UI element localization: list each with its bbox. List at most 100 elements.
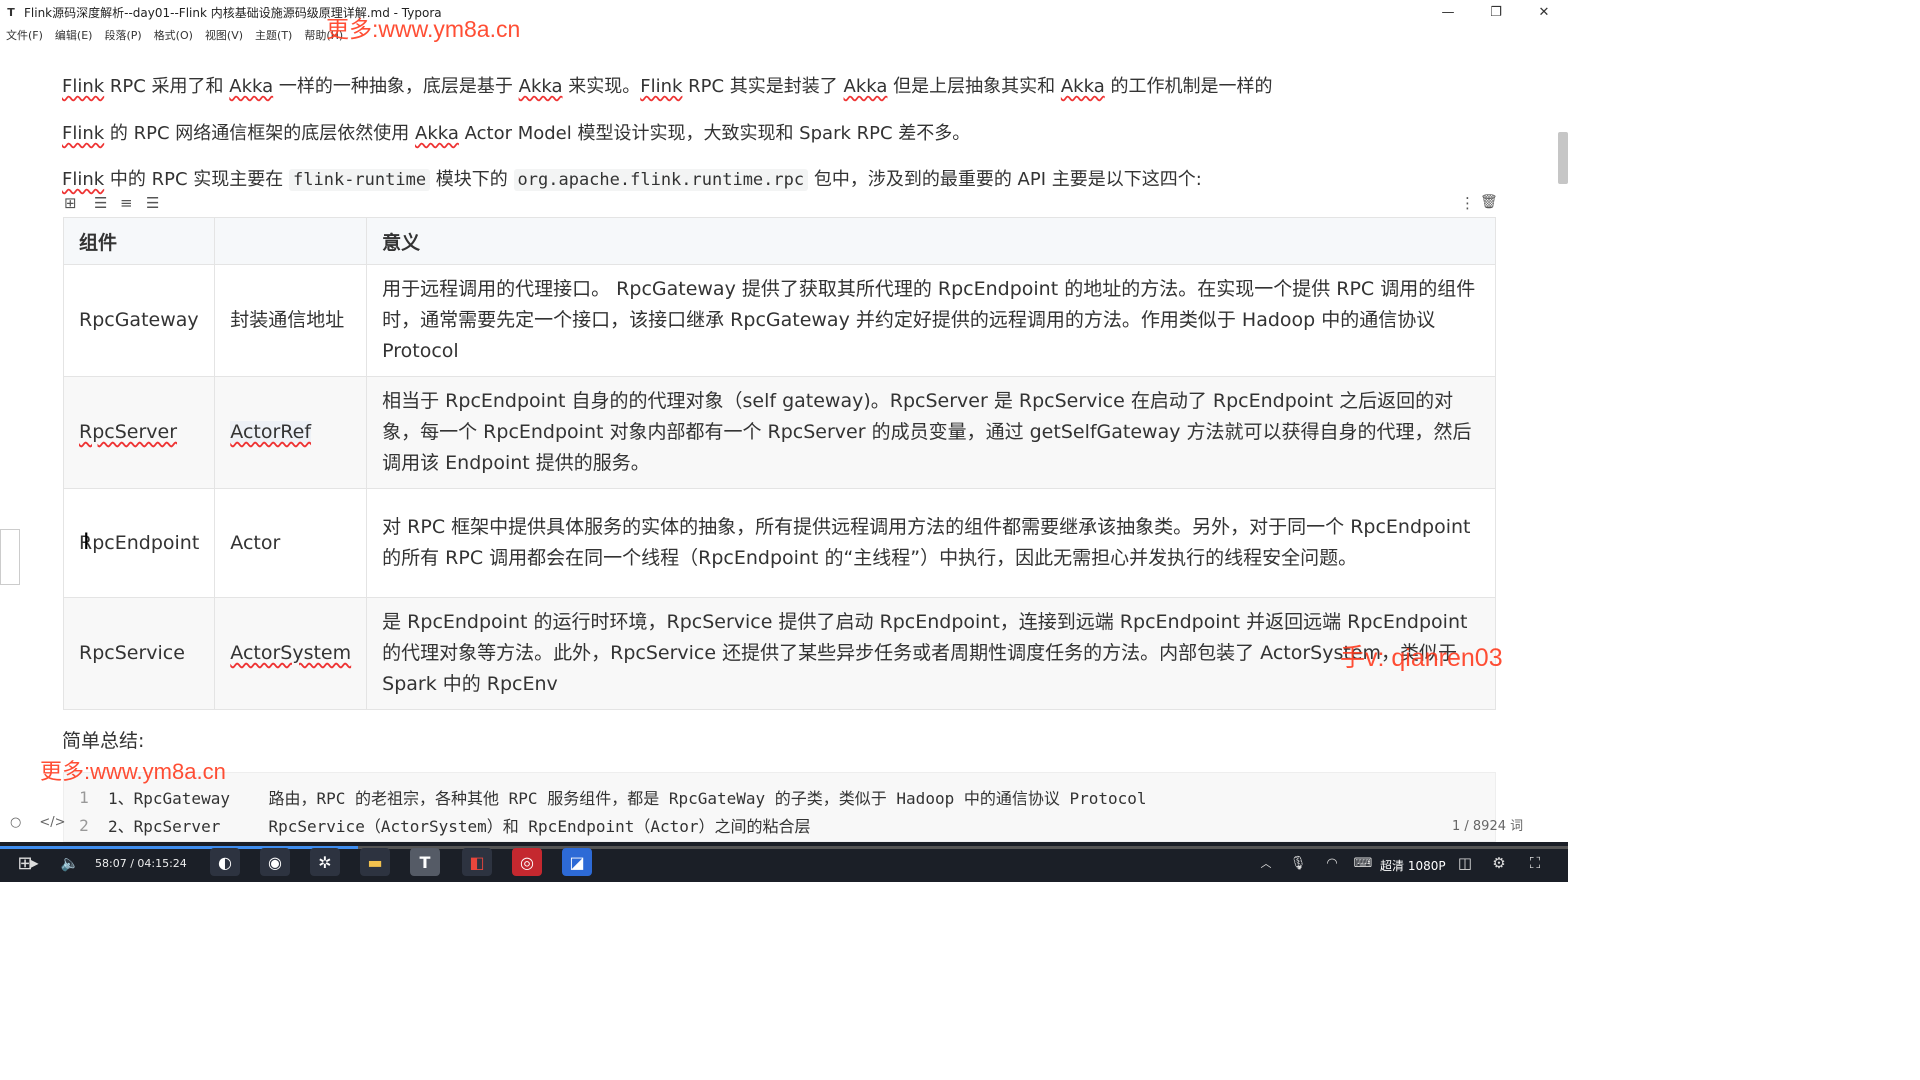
watermark-top: 更多:www.ym8a.cn bbox=[326, 16, 521, 42]
inline-code: flink-runtime bbox=[289, 169, 431, 191]
table-cell[interactable]: 封装通信地址 bbox=[214, 264, 368, 377]
summary-heading[interactable]: 简单总结: bbox=[62, 726, 144, 753]
word-akka: Akka bbox=[1060, 76, 1105, 97]
volume-icon[interactable]: 🔈 bbox=[60, 852, 80, 874]
word-flink: Flink bbox=[62, 169, 105, 190]
line-number: 2 bbox=[79, 815, 89, 835]
align-center-icon[interactable]: ≡ bbox=[120, 194, 133, 212]
title-bar: T Flink源码深度解析--day01--Flink 内核基础设施源码级原理详… bbox=[0, 0, 1568, 24]
table-header-cell[interactable] bbox=[214, 217, 368, 265]
taskbar-app-icon[interactable]: ◎ bbox=[512, 848, 542, 876]
table-toolbar: ⊞ ☰ ≡ ☰ ⋮ 🗑 bbox=[62, 194, 1498, 214]
word-akka: Akka bbox=[415, 123, 459, 144]
menu-edit[interactable]: 编辑(E) bbox=[49, 25, 99, 45]
code-line: 1 1、RpcGateway 路由，RPC 的老祖宗，各种其他 RPC 服务组件… bbox=[64, 783, 1147, 811]
table-cell[interactable]: ActorRef bbox=[214, 376, 368, 489]
network-icon[interactable]: ◠ bbox=[1324, 852, 1340, 874]
resolution-label[interactable]: 超清 1080P bbox=[1380, 857, 1446, 874]
word-akka: Akka bbox=[518, 76, 563, 97]
maximize-button[interactable]: ❐ bbox=[1472, 0, 1520, 24]
align-left-icon[interactable]: ☰ bbox=[94, 194, 107, 212]
word-flink: Flink bbox=[640, 76, 683, 97]
text-run: 包中，涉及到的最重要的 API 主要是以下这四个: bbox=[808, 169, 1202, 190]
watermark-left: 更多:www.ym8a.cn bbox=[40, 759, 226, 784]
table-header-cell[interactable]: 组件 bbox=[62, 217, 216, 265]
typora-app-icon: T bbox=[7, 5, 15, 19]
taskbar-app-icon[interactable]: ✲ bbox=[310, 848, 340, 876]
text-run: 的工作机制是一样的 bbox=[1104, 76, 1273, 97]
microphone-icon[interactable]: 🎙 bbox=[1290, 852, 1307, 874]
screenshot-icon[interactable]: ◫ bbox=[1456, 852, 1474, 874]
table-cell[interactable]: RpcServer bbox=[62, 376, 216, 489]
components-table: 组件 意义 RpcGateway 封装通信地址 用于远程调用的代理接口。 Rpc… bbox=[62, 217, 1496, 710]
word-akka: Akka bbox=[229, 76, 274, 97]
menu-view[interactable]: 视图(V) bbox=[199, 25, 249, 45]
taskbar-app-icon[interactable]: ◐ bbox=[210, 848, 240, 876]
minimap-thumbnail[interactable] bbox=[0, 529, 20, 585]
code-block[interactable]: 1 1、RpcGateway 路由，RPC 的老祖宗，各种其他 RPC 服务组件… bbox=[63, 772, 1496, 842]
watermark-right: 手v: qianren03 bbox=[1340, 644, 1503, 672]
text-run: 的 RPC 网络通信框架的底层依然使用 bbox=[104, 123, 416, 144]
outline-toggle-icon[interactable]: ○ bbox=[10, 815, 21, 830]
tray-chevron-icon[interactable]: ︿ bbox=[1258, 852, 1274, 874]
table-cell[interactable]: 是 RpcEndpoint 的运行时环境，RpcService 提供了启动 Rp… bbox=[366, 597, 1496, 710]
menu-format[interactable]: 格式(O) bbox=[148, 25, 199, 45]
table-cell[interactable]: Actor bbox=[214, 488, 368, 598]
align-right-icon[interactable]: ☰ bbox=[146, 194, 159, 212]
text-run: Actor Model 模型设计实现，大致实现和 Spark RPC 差不多。 bbox=[458, 123, 971, 144]
table-header-cell[interactable]: 意义 bbox=[366, 217, 1496, 265]
table-row: RpcGateway 封装通信地址 用于远程调用的代理接口。 RpcGatewa… bbox=[62, 264, 1496, 377]
keyboard-icon[interactable]: ⌨ bbox=[1354, 852, 1373, 874]
code-text: 1、RpcGateway 路由，RPC 的老祖宗，各种其他 RPC 服务组件，都… bbox=[108, 789, 1147, 808]
table-cell[interactable]: ActorSystem bbox=[214, 597, 368, 710]
table-cell[interactable]: 用于远程调用的代理接口。 RpcGateway 提供了获取其所代理的 RpcEn… bbox=[366, 264, 1496, 377]
inline-code: org.apache.flink.runtime.rpc bbox=[513, 169, 809, 191]
paragraph-3[interactable]: Flink 中的 RPC 实现主要在 flink-runtime 模块下的 or… bbox=[62, 165, 1202, 191]
folder-icon[interactable]: ▬ bbox=[360, 848, 390, 876]
taskbar-app-icon[interactable]: ◪ bbox=[562, 848, 592, 876]
table-cell[interactable]: RpcGateway bbox=[62, 264, 216, 377]
table-cell[interactable]: RpcService bbox=[62, 597, 216, 710]
word-count[interactable]: 1 / 8924 词 bbox=[1452, 815, 1523, 834]
chrome-icon[interactable]: ◉ bbox=[260, 848, 290, 876]
typora-taskbar-icon[interactable]: T bbox=[410, 848, 440, 876]
status-left: ○ </> bbox=[10, 815, 66, 830]
cell-text: ActorRef bbox=[230, 421, 312, 443]
cell-text: ActorSystem bbox=[230, 642, 352, 664]
table-cell[interactable]: 相当于 RpcEndpoint 自身的的代理对象（self gateway)。R… bbox=[366, 376, 1496, 489]
close-button[interactable]: ✕ bbox=[1520, 0, 1568, 24]
text-run: RPC 采用了和 bbox=[104, 76, 230, 97]
word-flink: Flink bbox=[62, 76, 105, 97]
table-row: RpcService ActorSystem 是 RpcEndpoint 的运行… bbox=[62, 597, 1496, 710]
delete-table-icon[interactable]: 🗑 bbox=[1480, 194, 1498, 210]
playback-time: 58:07 / 04:15:24 bbox=[95, 857, 187, 870]
settings-gear-icon[interactable]: ⚙ bbox=[1490, 852, 1508, 874]
play-icon[interactable]: ▶ bbox=[26, 852, 42, 874]
text-run: 但是上层抽象其实和 bbox=[887, 76, 1061, 97]
video-progress-fill bbox=[0, 846, 358, 849]
text-run: 来实现。 bbox=[562, 76, 641, 97]
more-options-icon[interactable]: ⋮ bbox=[1460, 194, 1475, 212]
paragraph-2[interactable]: Flink 的 RPC 网络通信框架的底层依然使用 Akka Actor Mod… bbox=[62, 119, 970, 145]
intellij-icon[interactable]: ◧ bbox=[462, 848, 492, 876]
code-line: 2 2、RpcServer RpcService（ActorSystem）和 R… bbox=[64, 811, 811, 839]
fullscreen-icon[interactable]: ⛶ bbox=[1526, 852, 1544, 874]
cell-text: RpcServer bbox=[79, 421, 178, 443]
source-mode-icon[interactable]: </> bbox=[39, 815, 65, 830]
text-run: 中的 RPC 实现主要在 bbox=[104, 169, 290, 190]
window-controls: — ❐ ✕ bbox=[1424, 0, 1568, 24]
text-run: 模块下的 bbox=[430, 169, 514, 190]
table-cell[interactable]: 对 RPC 框架中提供具体服务的实体的抽象，所有提供远程调用方法的组件都需要继承… bbox=[366, 488, 1496, 598]
menu-paragraph[interactable]: 段落(P) bbox=[98, 25, 147, 45]
menu-file[interactable]: 文件(F) bbox=[0, 25, 49, 45]
scrollbar-thumb[interactable] bbox=[1558, 132, 1568, 184]
code-text: 2、RpcServer RpcService（ActorSystem）和 Rpc… bbox=[108, 817, 811, 836]
grid-icon[interactable]: ⊞ bbox=[64, 194, 77, 212]
text-cursor-icon: I bbox=[83, 530, 90, 555]
text-run: 一样的一种抽象，底层是基于 bbox=[273, 76, 519, 97]
text-run: RPC 其实是封装了 bbox=[682, 76, 844, 97]
line-number: 1 bbox=[79, 787, 89, 807]
minimize-button[interactable]: — bbox=[1424, 0, 1472, 24]
paragraph-1[interactable]: Flink RPC 采用了和 Akka 一样的一种抽象，底层是基于 Akka 来… bbox=[62, 72, 1272, 98]
menu-theme[interactable]: 主题(T) bbox=[249, 25, 298, 45]
